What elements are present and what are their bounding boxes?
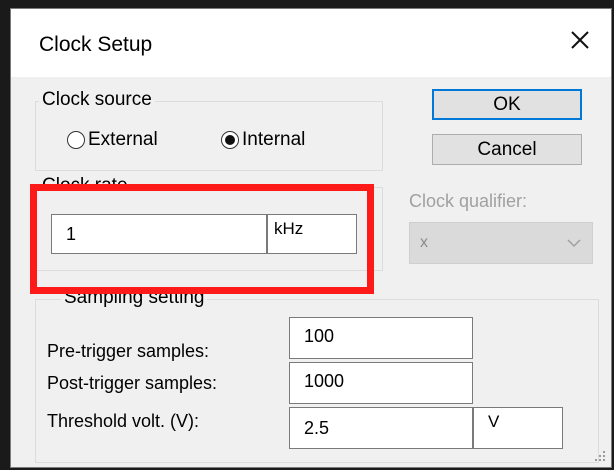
clock-qualifier-value: x	[420, 234, 428, 251]
cancel-button[interactable]: Cancel	[432, 134, 582, 165]
post-trigger-label: Post-trigger samples:	[47, 373, 218, 393]
radio-internal[interactable]: Internal	[221, 129, 305, 151]
pre-trigger-input[interactable]: 100	[289, 317, 473, 359]
highlight-box	[30, 184, 374, 294]
radio-external-button[interactable]	[67, 131, 85, 149]
post-trigger-input[interactable]: 1000	[289, 362, 473, 404]
threshold-label: Threshold volt. (V):	[47, 411, 200, 431]
radio-external[interactable]: External	[67, 129, 158, 151]
chevron-down-icon	[567, 239, 581, 248]
ok-button[interactable]: OK	[432, 89, 582, 120]
clock-qualifier-label: Clock qualifier:	[409, 191, 528, 211]
title-bar: Clock Setup	[11, 9, 611, 77]
dialog-title: Clock Setup	[39, 33, 153, 56]
clock-source-label: Clock source	[39, 89, 155, 111]
clock-qualifier-select[interactable]: x	[409, 222, 593, 264]
threshold-unit: V	[473, 407, 563, 449]
close-icon[interactable]	[563, 23, 597, 57]
threshold-input[interactable]: 2.5	[289, 407, 473, 449]
radio-internal-button[interactable]	[221, 131, 239, 149]
resize-grip-icon[interactable]	[593, 449, 607, 463]
radio-external-label: External	[88, 129, 158, 150]
radio-internal-label: Internal	[242, 129, 306, 150]
pre-trigger-label: Pre-trigger samples:	[47, 341, 210, 361]
